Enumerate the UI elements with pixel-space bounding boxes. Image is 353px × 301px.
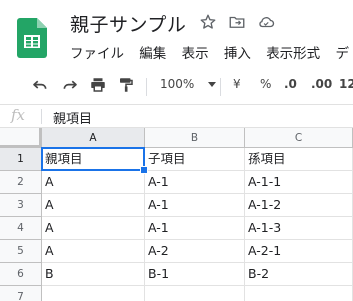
- print-icon[interactable]: [88, 76, 108, 97]
- cell-c3[interactable]: A-1-2: [245, 194, 353, 217]
- redo-icon[interactable]: [60, 76, 80, 97]
- zoom-value: 100%: [160, 77, 195, 91]
- menu-view[interactable]: 表示: [182, 46, 209, 62]
- chevron-down-icon: [208, 82, 217, 87]
- paint-format-icon[interactable]: [116, 76, 136, 97]
- formula-divider: [41, 109, 42, 124]
- menu-insert[interactable]: 挿入: [224, 46, 251, 62]
- menu-file[interactable]: ファイル: [70, 46, 124, 62]
- menu-data[interactable]: デ: [335, 46, 349, 62]
- toolbar: 100% ¥ % .0 .00 123: [0, 70, 353, 102]
- row-header-1[interactable]: 1: [0, 148, 42, 171]
- decrease-decimal-button[interactable]: .0: [284, 77, 297, 91]
- row-header-6[interactable]: 6: [0, 263, 42, 286]
- cell-c4[interactable]: A-1-3: [245, 217, 353, 240]
- fx-icon: fx: [11, 106, 26, 124]
- menu-edit[interactable]: 編集: [139, 46, 166, 62]
- cell-c6[interactable]: B-2: [245, 263, 353, 286]
- column-header-b[interactable]: B: [145, 128, 245, 148]
- row-header-3[interactable]: 3: [0, 194, 42, 217]
- move-folder-icon[interactable]: [228, 13, 248, 33]
- column-header-c[interactable]: C: [245, 128, 353, 148]
- cell-b4[interactable]: A-1: [145, 217, 245, 240]
- cell-b6[interactable]: B-1: [145, 263, 245, 286]
- column-header-a[interactable]: A: [42, 128, 145, 148]
- percent-format-button[interactable]: %: [260, 77, 271, 91]
- zoom-select[interactable]: 100%: [160, 77, 217, 91]
- row-header-5[interactable]: 5: [0, 240, 42, 263]
- document-title[interactable]: 親子サンプル: [70, 10, 186, 37]
- cell-a7[interactable]: [42, 286, 145, 301]
- cell-c2[interactable]: A-1-1: [245, 171, 353, 194]
- currency-format-button[interactable]: ¥: [233, 77, 241, 91]
- cell-b1[interactable]: 子項目: [145, 148, 245, 171]
- cell-a5[interactable]: A: [42, 240, 145, 263]
- cell-c1[interactable]: 孫項目: [245, 148, 353, 171]
- cell-b7[interactable]: [145, 286, 245, 301]
- more-formats-button[interactable]: 123: [339, 77, 353, 91]
- cell-a3[interactable]: A: [42, 194, 145, 217]
- fill-handle[interactable]: [140, 166, 148, 174]
- toolbar-divider: [146, 78, 147, 96]
- cell-b3[interactable]: A-1: [145, 194, 245, 217]
- row-header-2[interactable]: 2: [0, 171, 42, 194]
- formula-input[interactable]: 親項目: [53, 108, 92, 127]
- title-bar: 親子サンプル ファイル 編集 表示 挿入 表示形式 デ: [0, 0, 353, 66]
- cell-c5[interactable]: A-2-1: [245, 240, 353, 263]
- row-header-4[interactable]: 4: [0, 217, 42, 240]
- star-icon[interactable]: [199, 13, 219, 33]
- cell-b5[interactable]: A-2: [145, 240, 245, 263]
- increase-decimal-button[interactable]: .00: [311, 77, 332, 91]
- cell-a4[interactable]: A: [42, 217, 145, 240]
- cell-a6[interactable]: B: [42, 263, 145, 286]
- undo-icon[interactable]: [30, 76, 50, 97]
- select-all-corner[interactable]: [0, 128, 42, 148]
- row-header-7[interactable]: 7: [0, 286, 42, 301]
- menu-format[interactable]: 表示形式: [266, 46, 320, 62]
- spreadsheet-grid: A B C 1 親項目 子項目 孫項目 2 A A-1 A-1-1 3 A A-1 A-1-2 4 A A-1 A-…: [0, 128, 353, 301]
- cell-b2[interactable]: A-1: [145, 171, 245, 194]
- toolbar-divider: [220, 78, 221, 96]
- sheets-logo-icon[interactable]: [17, 18, 47, 58]
- cell-c7[interactable]: [245, 286, 353, 301]
- cell-a2[interactable]: A: [42, 171, 145, 194]
- formula-bar: fx 親項目: [0, 104, 353, 128]
- cell-a1[interactable]: 親項目: [42, 148, 145, 171]
- menu-bar: ファイル 編集 表示 挿入 表示形式 デ: [70, 42, 353, 62]
- cloud-status-icon[interactable]: [257, 13, 277, 33]
